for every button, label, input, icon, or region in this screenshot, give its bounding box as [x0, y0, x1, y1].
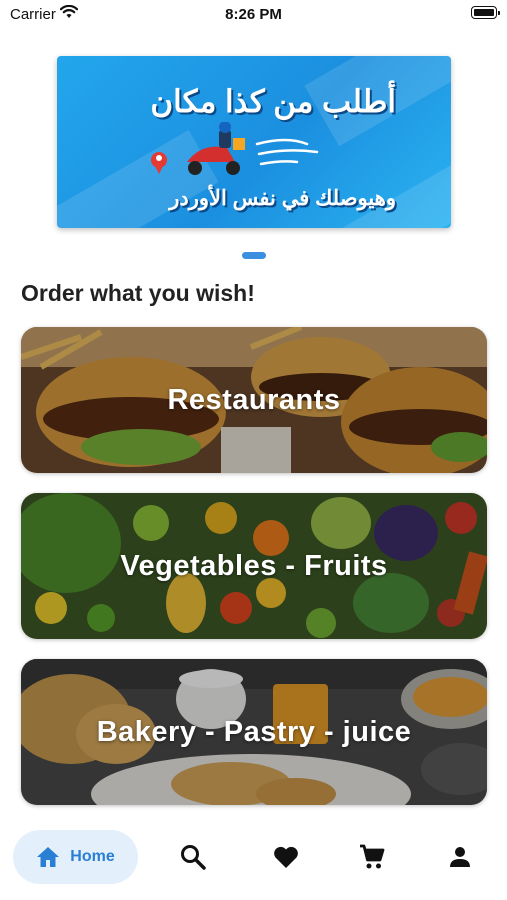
category-card-bakery-pastry-juice[interactable]: Bakery - Pastry - juice — [21, 659, 487, 805]
category-label: Vegetables - Fruits — [120, 549, 388, 582]
battery-icon — [471, 6, 500, 19]
category-label: Restaurants — [167, 383, 341, 416]
search-icon[interactable] — [179, 843, 207, 871]
status-bar: Carrier 8:26 PM — [0, 0, 507, 30]
home-icon — [37, 847, 60, 867]
bottom-navigation: Home — [0, 818, 507, 900]
nav-home-tab[interactable]: Home — [13, 830, 138, 884]
section-title: Order what you wish! — [21, 280, 255, 306]
status-time: 8:26 PM — [225, 6, 282, 23]
banner-title: أطلب من كذا مكان — [150, 84, 396, 119]
delivery-scooter-icon — [151, 122, 319, 175]
cart-icon[interactable] — [358, 843, 386, 871]
banner-subtitle: وهيوصلك في نفس الأوردر — [169, 187, 396, 210]
promo-banner[interactable]: أطلب من كذا مكان وهيوصلك في نفس الأوردر — [57, 56, 451, 228]
category-card-vegetables-fruits[interactable]: Vegetables - Fruits — [21, 493, 487, 639]
carousel-page-indicator — [242, 252, 266, 259]
category-label: Bakery - Pastry - juice — [96, 715, 412, 748]
heart-icon[interactable] — [272, 843, 300, 871]
profile-icon[interactable] — [446, 843, 474, 871]
category-card-restaurants[interactable]: Restaurants — [21, 327, 487, 473]
nav-home-label: Home — [70, 848, 115, 865]
